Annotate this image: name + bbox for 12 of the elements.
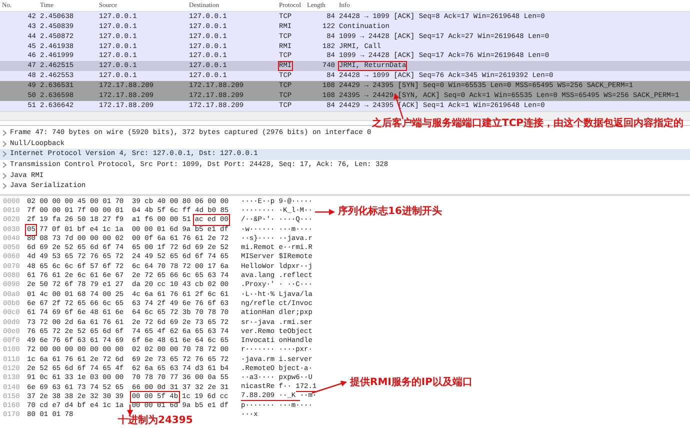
expand-icon[interactable] xyxy=(2,140,7,147)
callout-text: 十进制为24395 xyxy=(118,415,193,427)
callout-text: 提供RMI服务的IP以及端口 xyxy=(350,377,472,389)
expand-icon[interactable] xyxy=(2,151,7,158)
expand-icon[interactable] xyxy=(2,172,7,179)
expand-icon[interactable] xyxy=(2,183,7,190)
expand-icon[interactable] xyxy=(2,162,7,168)
arrow xyxy=(315,209,335,215)
callout-text: 序列化标志16进制开头 xyxy=(338,206,442,218)
expand-icon[interactable] xyxy=(2,130,7,136)
callout-text: 之后客户端与服务端端口建立TCP连接，由这个数据包返回内容指定的 xyxy=(372,118,684,130)
arrow xyxy=(127,404,133,416)
